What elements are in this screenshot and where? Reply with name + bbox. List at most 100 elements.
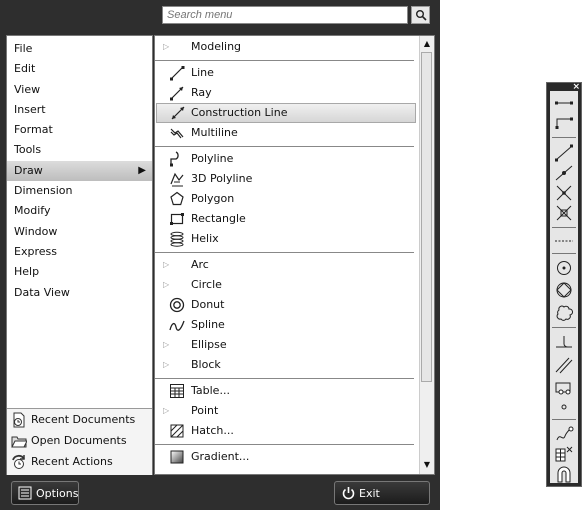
dashed-line-icon[interactable] [552,231,576,251]
spline-tool-icon[interactable] [552,424,576,444]
expand-arrow-icon: ▷ [163,42,170,51]
recent-actions-label: Recent Actions [31,455,113,468]
ray-icon[interactable] [552,163,576,183]
scrollbar-thumb[interactable] [421,52,432,382]
menu-item-label: Insert [14,102,46,116]
submenu-item-modeling[interactable]: ▷ Modeling [155,37,434,57]
submenu-label: Polygon [191,192,235,205]
submenu-item-arc[interactable]: ▷ Arc [155,255,434,275]
menu-item-view[interactable]: View [7,80,152,100]
submenu-item-spline[interactable]: Spline [155,315,434,335]
submenu-label: Rectangle [191,212,246,225]
submenu-label: Gradient... [191,450,250,463]
submenu-label: Spline [191,318,225,331]
menu-item-express[interactable]: Express [7,242,152,262]
submenu-item-line[interactable]: Line [155,63,434,83]
submenu-label: Block [191,358,221,371]
menu-item-edit[interactable]: Edit [7,59,152,79]
menu-item-draw[interactable]: Draw ▶ [7,160,152,182]
main-menu-pane: File Edit View Insert Format Tools Draw ▶… [6,35,153,475]
menu-item-label: Express [14,244,57,258]
submenu-arrow-icon: ▶ [138,164,146,176]
menu-item-file[interactable]: File [7,39,152,59]
options-button[interactable]: Options [11,481,79,505]
block-insert-icon[interactable] [552,377,576,397]
submenu-scrollbar[interactable]: ▲ ▼ [419,36,434,474]
submenu-item-gradient[interactable]: Gradient... [155,447,434,467]
menu-item-window[interactable]: Window [7,222,152,242]
xline-icon[interactable] [552,183,576,203]
expand-arrow-icon: ▷ [163,340,170,349]
submenu-label: Donut [191,298,225,311]
submenu-item-block[interactable]: ▷ Block [155,355,434,375]
spline-fit-icon[interactable] [552,333,576,353]
magnet-icon[interactable] [552,464,576,484]
submenu-item-ellipse[interactable]: ▷ Ellipse [155,335,434,355]
menu-item-label: Data View [14,285,70,299]
circle-icon[interactable] [552,258,576,278]
menu-item-label: File [14,42,33,55]
submenu-item-multiline[interactable]: Multiline [155,123,434,143]
gradient-icon [170,450,184,464]
recent-documents[interactable]: Recent Documents [7,410,152,430]
point-icon[interactable] [552,397,576,417]
submenu-item-polygon[interactable]: Polygon [155,189,434,209]
submenu-item-ray[interactable]: Ray [155,83,434,103]
menu-item-tools[interactable]: Tools [7,140,152,160]
application-menu: File Edit View Insert Format Tools Draw ▶… [0,0,440,524]
line-icon[interactable] [552,93,576,113]
recent-documents-label: Recent Documents [31,413,136,426]
revcloud-icon[interactable] [552,303,576,323]
toolbar-separator [552,327,576,328]
submenu-item-helix[interactable]: Helix [155,229,434,249]
menu-item-insert[interactable]: Insert [7,100,152,120]
submenu-item-point[interactable]: ▷ Point [155,401,434,421]
polyline-icon[interactable] [552,113,576,133]
toolbar-separator [552,253,576,254]
expand-arrow-icon: ▷ [163,280,170,289]
construction-line-icon[interactable] [552,143,576,163]
scroll-up-icon[interactable]: ▲ [422,39,432,49]
submenu-item-rectangle[interactable]: Rectangle [155,209,434,229]
separator [155,60,414,61]
polyline-icon [170,151,179,167]
mline-icon[interactable] [552,203,576,223]
search-input[interactable] [162,6,408,24]
submenu-label: Point [191,404,219,417]
submenu-item-circle[interactable]: ▷ Circle [155,275,434,295]
search-bar [162,6,430,26]
open-documents[interactable]: Open Documents [7,431,152,451]
menu-item-data-view[interactable]: Data View [7,283,152,303]
line-icon [170,66,185,81]
polygon-icon[interactable] [552,280,576,300]
submenu-item-3d-polyline[interactable]: 3D Polyline [155,169,434,189]
recent-actions[interactable]: Recent Actions [7,452,152,472]
helix-icon [170,231,184,247]
ray-icon [170,86,184,101]
parallel-lines-icon[interactable] [552,355,576,375]
table-edit-icon[interactable] [552,444,576,464]
submenu-item-donut[interactable]: Donut [155,295,434,315]
rectangle-icon [170,213,184,225]
submenu-label: Multiline [191,126,238,139]
menu-item-format[interactable]: Format [7,120,152,140]
bottom-bar: Options Exit AutoCAD [0,478,440,524]
submenu-item-hatch[interactable]: Hatch... [155,421,434,441]
menu-item-label: Modify [14,204,51,218]
main-menu-list: File Edit View Insert Format Tools Draw ▶… [7,39,152,303]
submenu-item-construction-line[interactable]: Construction Line [156,103,416,123]
submenu-item-polyline[interactable]: Polyline [155,149,434,169]
menu-item-help[interactable]: Help [7,262,152,282]
options-icon [18,486,32,500]
menu-item-label: Format [14,123,53,137]
scroll-down-icon[interactable]: ▼ [422,460,432,470]
menu-item-modify[interactable]: Modify [7,201,152,221]
toolbar-separator [552,419,576,420]
menu-item-dimension[interactable]: Dimension [7,181,152,201]
separator [155,252,414,253]
menu-item-label: Tools [14,143,42,157]
search-button[interactable] [411,6,430,24]
submenu-item-table[interactable]: Table... [155,381,434,401]
spline-icon [169,320,185,331]
exit-autocad-button[interactable]: Exit AutoCAD [334,481,430,524]
